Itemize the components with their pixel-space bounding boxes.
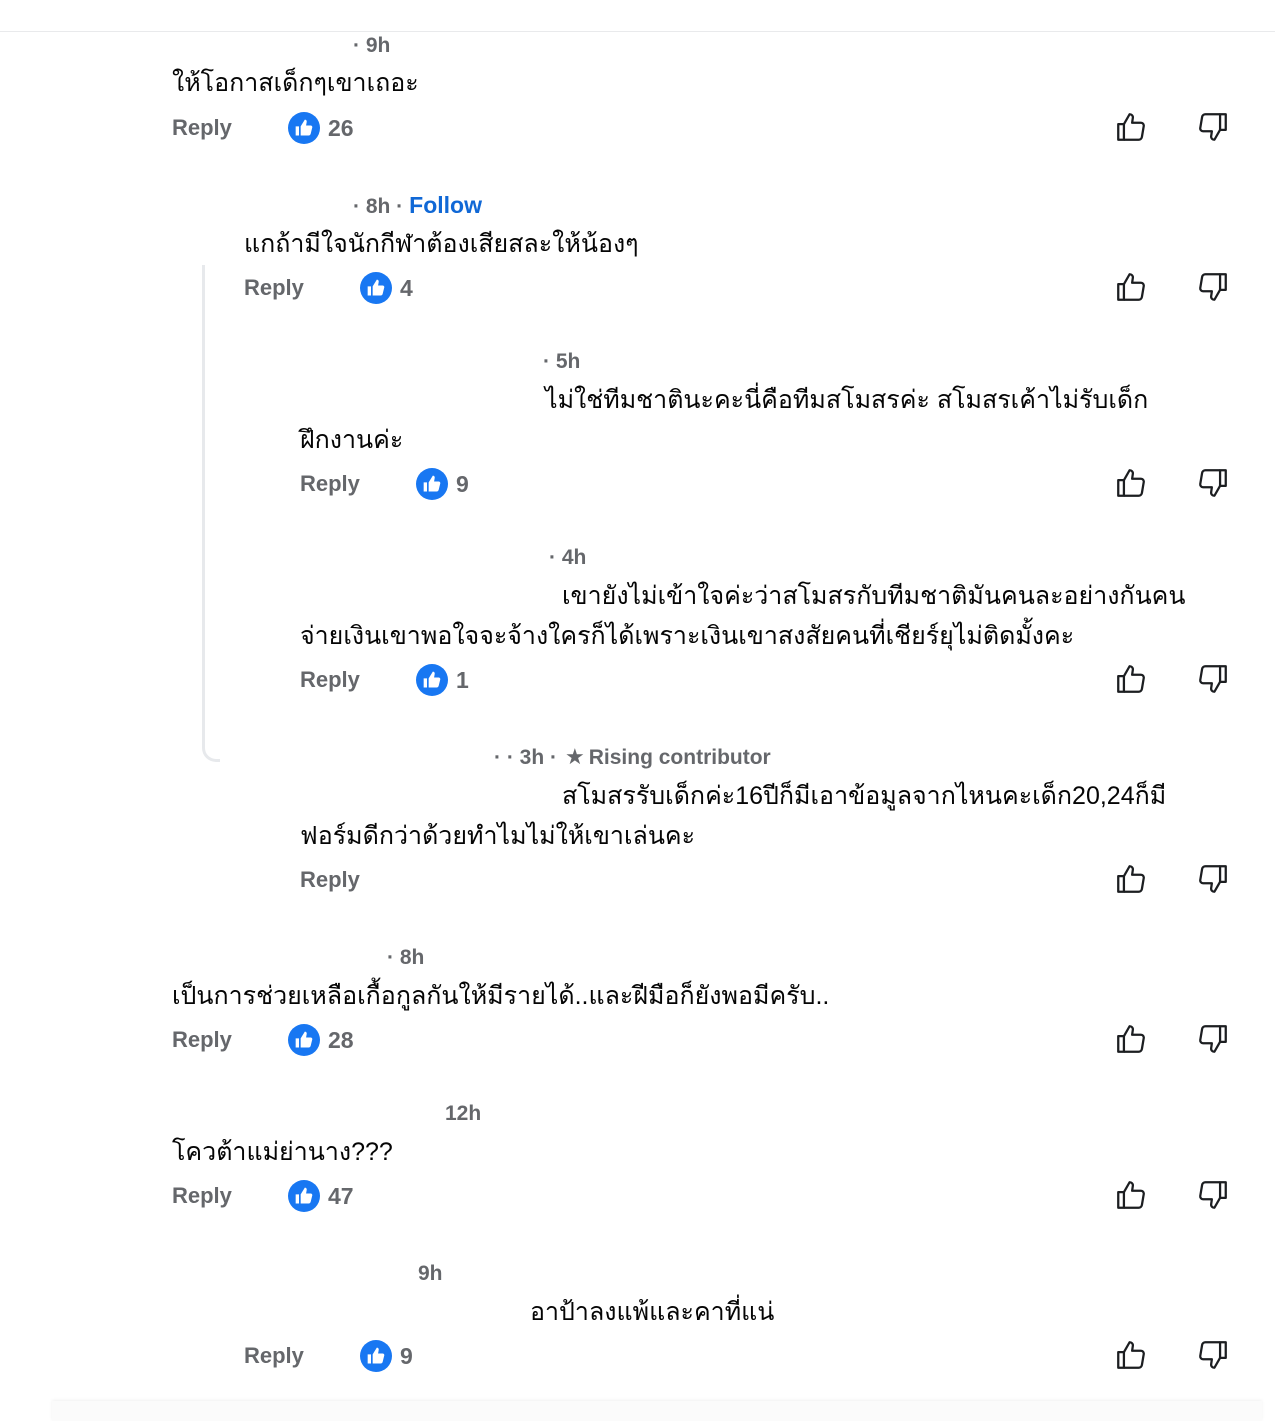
like-count: 4 [400,274,413,301]
thumbs-down-icon[interactable] [1196,1022,1230,1056]
thumbs-down-icon[interactable] [1196,270,1230,304]
comment-time: · 8h [387,946,425,969]
like-reaction[interactable]: 47 [288,1180,354,1212]
thumbs-up-icon[interactable] [1114,110,1148,144]
comment-time: · 8h · Follow [353,192,482,219]
comment-time-text: · 8h · [353,195,404,218]
like-badge-icon [360,272,392,304]
comment-text-line-2: ฝึกงานค่ะ [300,426,404,454]
thumbs-up-icon[interactable] [1114,1178,1148,1212]
thumbs-down-icon[interactable] [1196,1178,1230,1212]
comment-text-line-1: เขายังไม่เข้าใจค่ะว่าสโมสรกับทีมชาติมันค… [562,582,1186,610]
like-reaction[interactable]: 9 [416,468,469,500]
comment-time: 12h [445,1102,482,1125]
thumbs-up-icon[interactable] [1114,270,1148,304]
thumbs-up-icon[interactable] [1114,1022,1148,1056]
reply-button[interactable]: Reply [172,115,232,141]
like-count: 9 [400,1342,413,1369]
thumbs-up-icon[interactable] [1114,862,1148,896]
comment-text-line-1: สโมสรรับเด็กค่ะ16ปีก็มีเอาข้อมูลจากไหนคะ… [562,782,1167,810]
star-icon: ★ [565,744,585,769]
follow-button[interactable]: Follow [409,192,482,218]
thumbs-down-icon[interactable] [1196,466,1230,500]
reply-button[interactable]: Reply [244,275,304,301]
like-count: 47 [328,1182,354,1209]
like-badge-icon [416,664,448,696]
comment-text-line-1: ให้โอกาสเด็กๆเขาเถอะ [172,69,419,97]
comment-text-line-1: โควต้าแม่ย่านาง??? [172,1138,393,1166]
vote-actions [1114,1178,1230,1212]
like-badge-icon [288,1180,320,1212]
like-reaction[interactable]: 28 [288,1024,354,1056]
reply-button[interactable]: Reply [300,471,360,497]
bottom-input-bar [52,1401,1262,1421]
vote-actions [1114,1338,1230,1372]
reply-thread-line [202,265,220,762]
like-badge-icon [288,1024,320,1056]
vote-actions [1114,466,1230,500]
comment-time: 9h [418,1262,443,1285]
vote-actions [1114,1022,1230,1056]
vote-actions [1114,862,1230,896]
like-reaction[interactable]: 1 [416,664,469,696]
comment-text-line-1: เป็นการช่วยเหลือเกื้อกูลกันให้มีรายได้..… [172,982,830,1010]
like-reaction[interactable]: 9 [360,1340,413,1372]
comment-time: · 9h [353,34,391,57]
like-count: 26 [328,114,354,141]
thumbs-down-icon[interactable] [1196,662,1230,696]
comment-time: · · 3h · ★ Rising contributor [494,744,771,770]
thumbs-up-icon[interactable] [1114,466,1148,500]
comment-text-line-1: แกถ้ามีใจนักกีฬาต้องเสียสละให้น้องๆ [244,230,639,258]
thumbs-down-icon[interactable] [1196,110,1230,144]
comment-time-text: · · 3h · [494,746,557,769]
vote-actions [1114,270,1230,304]
reply-button[interactable]: Reply [172,1027,232,1053]
comment-text-line-1: อาป้าลงแพ้และคาที่แน่ [530,1298,775,1326]
comment-text-line-1: ไม่ใช่ทีมชาตินะคะนี่คือทีมสโมสรค่ะ สโมสร… [545,386,1149,414]
vote-actions [1114,662,1230,696]
like-badge-icon [416,468,448,500]
thumbs-up-icon[interactable] [1114,1338,1148,1372]
comment-time: · 4h [549,546,587,569]
like-reaction[interactable]: 26 [288,112,354,144]
badge-label: Rising contributor [588,746,771,769]
vote-actions [1114,110,1230,144]
like-count: 1 [456,666,469,693]
comment-text-line-2: จ่ายเงินเขาพอใจจะจ้างใครก็ได้เพราะเงินเข… [300,622,1075,650]
reply-button[interactable]: Reply [300,867,360,893]
reply-button[interactable]: Reply [300,667,360,693]
like-count: 28 [328,1026,354,1053]
comment-time: · 5h [543,350,581,373]
like-reaction[interactable]: 4 [360,272,413,304]
like-badge-icon [360,1340,392,1372]
like-count: 9 [456,470,469,497]
thumbs-up-icon[interactable] [1114,662,1148,696]
reply-button[interactable]: Reply [172,1183,232,1209]
comment-text-line-2: ฟอร์มดีกว่าด้วยทำไมไม่ให้เขาเล่นคะ [300,822,696,850]
thumbs-down-icon[interactable] [1196,862,1230,896]
reply-button[interactable]: Reply [244,1343,304,1369]
top-divider [0,31,1275,32]
thumbs-down-icon[interactable] [1196,1338,1230,1372]
rising-contributor-badge: ★ Rising contributor [565,744,771,769]
like-badge-icon [288,112,320,144]
